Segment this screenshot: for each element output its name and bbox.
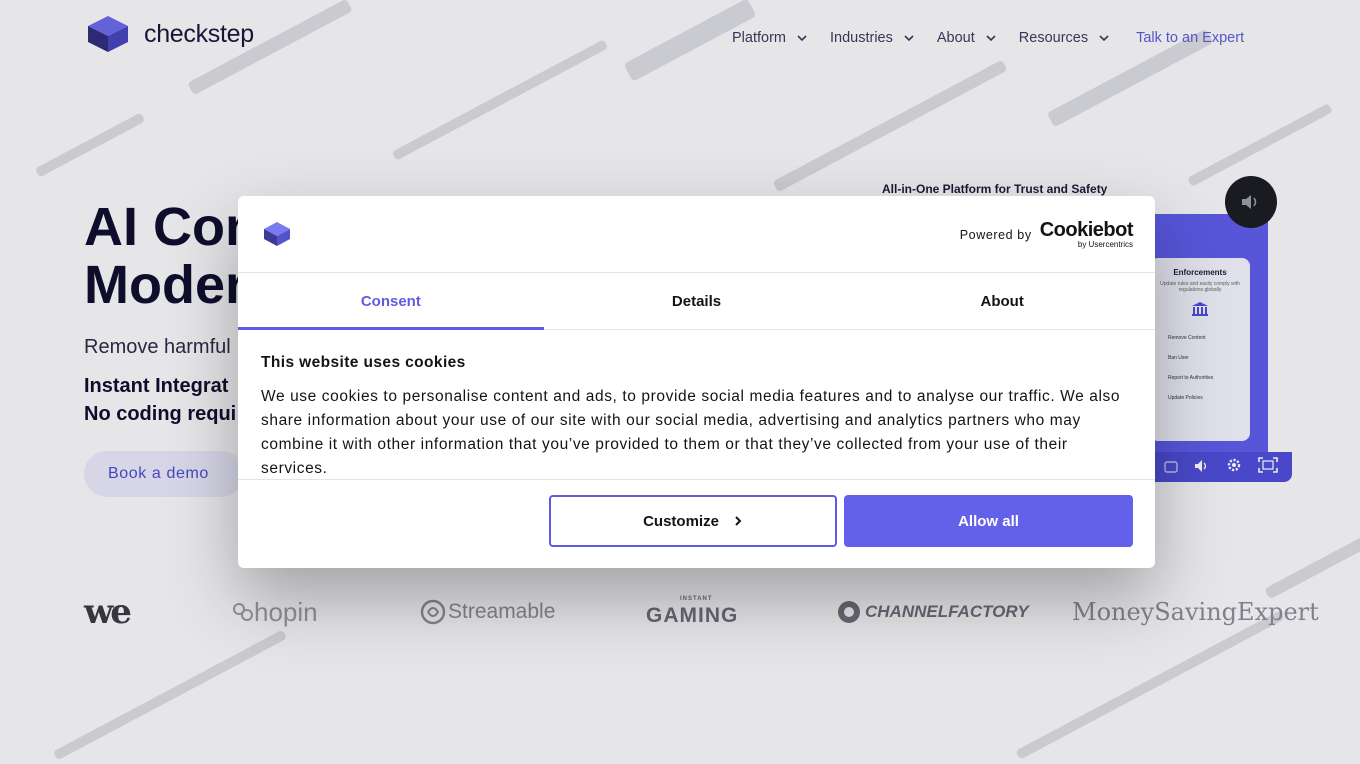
dialog-heading: This website uses cookies [261, 354, 466, 371]
dialog-header: Powered by Cookiebot by Usercentrics [238, 196, 1155, 273]
checkstep-logo-icon [264, 222, 290, 246]
powered-by-text: Powered by [959, 227, 1032, 242]
dialog-body: This website uses cookies We use cookies… [261, 354, 1133, 481]
chevron-right-icon [735, 516, 742, 526]
allow-all-button[interactable]: Allow all [844, 495, 1133, 547]
cookiebot-by: by Usercentrics [1077, 240, 1133, 249]
tab-details[interactable]: Details [544, 273, 850, 329]
dialog-description: We use cookies to personalise content an… [261, 388, 1121, 477]
dialog-footer: Customize Allow all [238, 479, 1155, 568]
cookiebot-name: Cookiebot [1039, 219, 1134, 241]
customize-button[interactable]: Customize [549, 495, 837, 547]
tab-about[interactable]: About [849, 273, 1155, 329]
customize-label: Customize [643, 512, 719, 530]
cookiebot-logo: Cookiebot by Usercentrics [1039, 219, 1134, 249]
tab-consent[interactable]: Consent [238, 273, 544, 330]
cookiebot-link[interactable]: Powered by Cookiebot by Usercentrics [959, 219, 1134, 249]
cookie-consent-dialog: Powered by Cookiebot by Usercentrics Con… [238, 196, 1155, 568]
dialog-tabs: Consent Details About [238, 273, 1155, 330]
